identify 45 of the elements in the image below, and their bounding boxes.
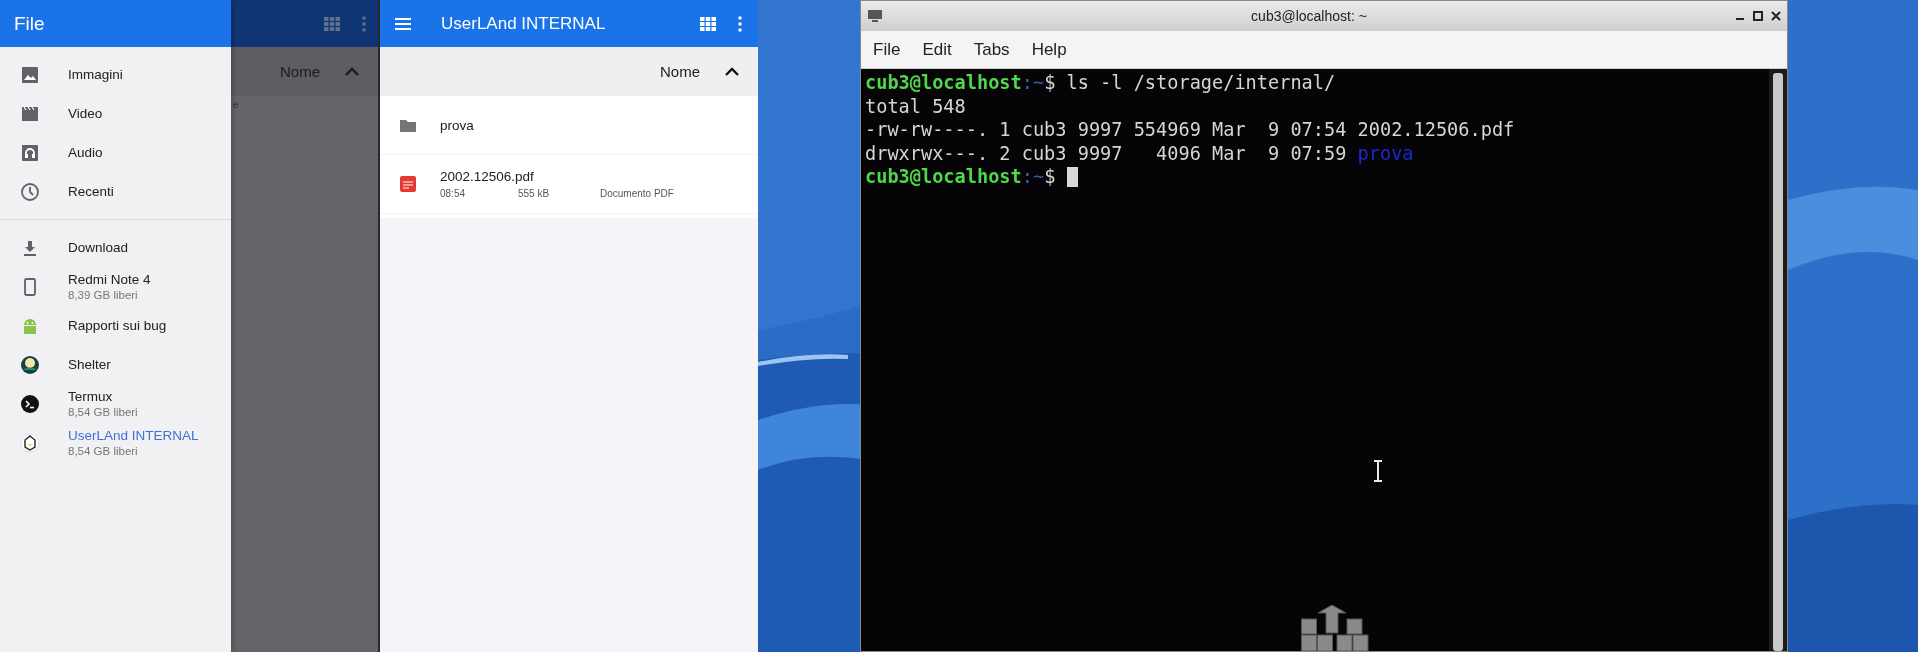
close-icon[interactable] xyxy=(1771,11,1781,21)
more-options-icon[interactable] xyxy=(738,15,742,32)
scrollbar[interactable] xyxy=(1769,69,1787,651)
image-icon xyxy=(20,64,40,85)
menu-icon[interactable] xyxy=(395,17,411,30)
terminal-line: total 548 xyxy=(865,94,966,118)
app-title: UserLAnd INTERNAL xyxy=(441,13,607,34)
clock-icon xyxy=(20,181,40,202)
menu-item[interactable]: Tabs xyxy=(973,39,1010,60)
drawer-item[interactable]: Rapporti sui bug xyxy=(0,306,231,345)
drawer-item[interactable]: UserLAnd INTERNAL 8,54 GB liberi xyxy=(0,423,231,462)
terminal-line: -rw-rw----. 1 cub3 9997 554969 Mar 9 07:54 2002.12506.pdf xyxy=(865,118,1515,142)
terminal-icon xyxy=(20,393,40,414)
grid-view-icon[interactable] xyxy=(700,16,716,31)
file-row[interactable]: prova xyxy=(380,96,758,155)
monitor-icon[interactable] xyxy=(867,9,883,23)
terminal-line: cub3@localhost:~$ ls -l /storage/internal/ xyxy=(865,71,1336,95)
pdf-file-icon xyxy=(398,174,418,194)
file-size: 555 kB xyxy=(518,188,551,199)
drawer-item[interactable]: Redmi Note 4 8,39 GB liberi xyxy=(0,267,231,306)
menu-item[interactable]: File xyxy=(873,39,901,60)
drawer-item[interactable]: Audio xyxy=(0,133,231,172)
file-time: 08:54 xyxy=(440,188,467,199)
sort-label[interactable]: Nome xyxy=(660,63,700,80)
drawer-item[interactable]: Immagini xyxy=(0,55,231,94)
terminal-line: drwxrwx---. 2 cub3 9997 4096 Mar 9 07:59 prova xyxy=(865,141,1414,165)
sort-ascending-icon[interactable] xyxy=(724,66,740,77)
drawer-item[interactable]: Video xyxy=(0,94,231,133)
file-name: 2002.12506.pdf xyxy=(440,169,535,184)
terminal-line: cub3@localhost:~$ xyxy=(865,165,1057,189)
maximize-icon[interactable] xyxy=(1753,11,1763,21)
drawer-item[interactable]: Shelter xyxy=(0,345,231,384)
drawer-item[interactable]: Termux 8,54 GB liberi xyxy=(0,384,231,423)
file-row[interactable]: 2002.12506.pdf 08:54 555 kB Documento PDF xyxy=(380,155,758,214)
menu-item[interactable]: Edit xyxy=(922,39,952,60)
file-name: prova xyxy=(440,117,474,133)
drawer-item[interactable]: Recenti xyxy=(0,172,231,211)
avatar-icon xyxy=(20,354,40,375)
headphones-icon xyxy=(20,142,40,163)
menu-item[interactable]: Help xyxy=(1031,39,1067,60)
file-type: Documento PDF xyxy=(600,188,674,199)
text-cursor-icon xyxy=(1373,460,1383,482)
app-title: File xyxy=(14,12,45,35)
window-title: cub3@localhost: ~ xyxy=(1250,8,1368,24)
drawer-item[interactable]: Download xyxy=(0,228,231,267)
